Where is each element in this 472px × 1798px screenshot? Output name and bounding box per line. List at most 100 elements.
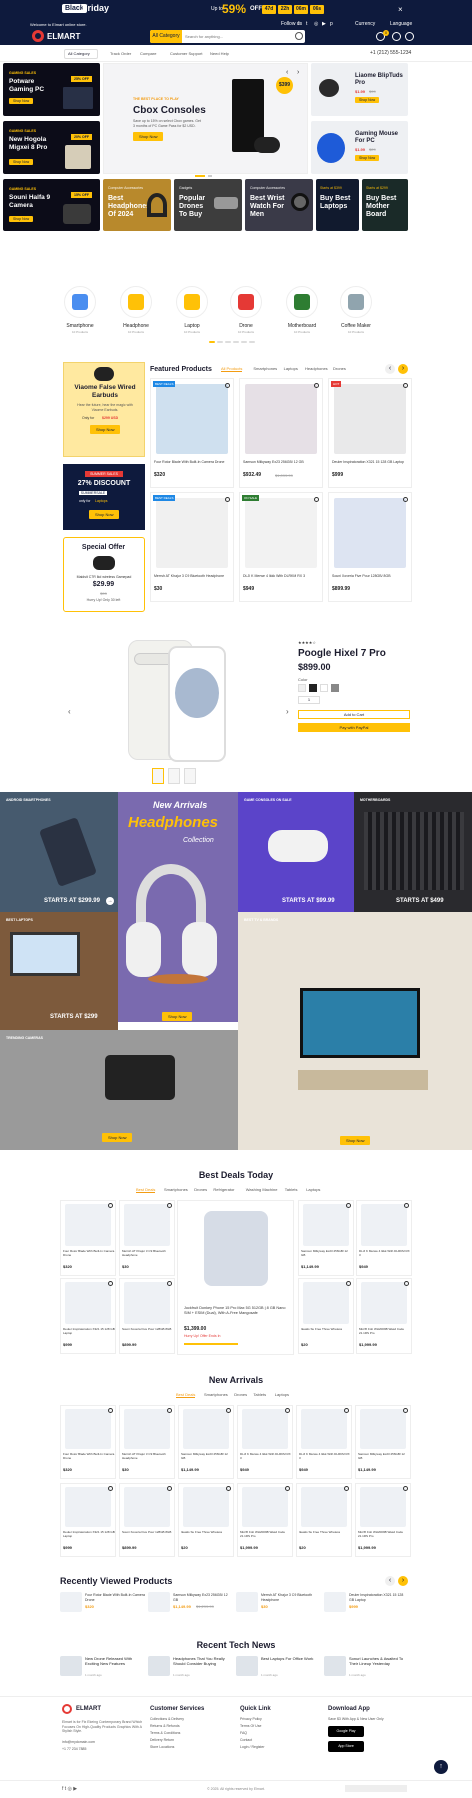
heart-icon[interactable] [167,1408,172,1413]
heart-icon[interactable] [346,1203,351,1208]
heart-icon[interactable] [226,1486,231,1491]
tab-headphones[interactable]: Headphones [305,366,328,371]
twitter-icon[interactable]: t [306,21,307,27]
news-headline[interactable]: Sonuri Launches & Awaited To Their Lineu… [349,1656,409,1666]
footer-link[interactable]: Privacy Policy [240,1717,262,1721]
category-dot[interactable] [249,341,255,343]
earbuds-shop-button[interactable]: Shop Now [90,425,121,434]
promo-shop-button[interactable]: Shop Now [9,159,34,165]
heart-icon[interactable] [285,1408,290,1413]
product-name[interactable]: Micrfft Fob WH2009B Wasd Code 21.1RS Pro [359,1327,411,1336]
product-name[interactable]: Samsun Milkyway Ex23 256GB/ 12 GB [358,1452,410,1461]
facebook-icon[interactable]: f [298,21,299,27]
promo-card-gaming-pc[interactable]: GAMING SALES Potware Gaming PC Shop Now … [3,63,100,116]
category-name[interactable]: Laptop [167,323,217,329]
product-name[interactable]: Deuler Inspiratoration X321 15 128 GB La… [332,460,410,465]
recently-prev-icon[interactable]: ‹ [385,1576,395,1586]
tab-tablets[interactable]: Tablets [285,1187,298,1192]
product-name[interactable]: Samsun Milkyway Ex23 256GB/ 12 GB [173,1593,233,1602]
strip-motherboard[interactable]: Starts at $299 Buy Best Mother Board [362,179,408,231]
app-store-button[interactable]: App Store [328,1741,364,1752]
category-name[interactable]: Smartphone [55,323,105,329]
heart-icon[interactable] [346,1281,351,1286]
product-name[interactable]: Souni Xoveria Five Pour 128GB 8GB [122,1530,174,1535]
logo-text[interactable]: ELMART [47,32,80,41]
heart-icon[interactable] [314,497,319,502]
strip-drones[interactable]: Gadgets Popular Drones To Buy [174,179,242,231]
heart-icon[interactable] [314,383,319,388]
product-name[interactable]: Micrfft Fob WH2009B Wasd Code 21.1RS Pro [358,1530,410,1539]
thumb-1[interactable] [152,768,164,784]
product-name[interactable]: Four Rotor Blade With Built-In Camera Dr… [63,1249,115,1258]
heart-icon[interactable] [285,1486,290,1491]
logo-icon[interactable] [32,30,44,42]
category-dot-active[interactable] [209,341,215,343]
footer-link[interactable]: FAQ [240,1731,247,1735]
tab-tablets[interactable]: Tablets [253,1392,266,1397]
featured-prev-icon[interactable]: ‹ [385,364,395,374]
banner-shop-button[interactable]: Shop Now [102,1133,133,1142]
instagram-icon[interactable]: ◎ [314,21,318,27]
category-name[interactable]: Motherboard [277,323,327,329]
search-input[interactable] [185,32,295,41]
tab-laptops[interactable]: Laptops [306,1187,320,1192]
product-name[interactable]: Merrsh AT Khajur 3 C9 Bluetooth Headphon… [154,574,232,579]
footer-link[interactable]: Contact [240,1738,252,1742]
product-name[interactable]: Ikeatis Su Free Three Wireless [301,1327,353,1332]
heart-icon[interactable] [167,1203,172,1208]
user-icon[interactable] [405,32,414,41]
search-icon[interactable] [295,32,303,40]
product-name[interactable]: Four Rotor Blade With Built-In Camera Dr… [63,1452,115,1461]
footer-email[interactable]: info@mydomain.com [62,1740,95,1744]
featured-next-icon[interactable]: › [398,364,408,374]
product-name[interactable]: Four Rotor Blade With Built-In Camera Dr… [85,1593,145,1602]
search-category-select[interactable]: All Category [150,30,182,43]
scroll-top-icon[interactable]: ↑ [434,1760,448,1774]
strip-watch[interactable]: Computer Accessories Best Wrist Watch Fo… [245,179,313,231]
heart-icon[interactable] [403,383,408,388]
summer-sale-promo[interactable]: SUMMER SALES 27% DISCOUNT SUMMERSALE onl… [63,464,145,530]
paypal-button[interactable]: Pay with PayPal [298,723,410,732]
pixel-next-icon[interactable]: › [286,707,289,716]
all-category-dropdown[interactable]: All Category [64,49,98,59]
product-name[interactable]: Ikeatis Su Free Three Wireless [299,1530,351,1535]
product-name[interactable]: DLJI K Merwe 4 Ikkk With DLRKM RX 3 [243,574,321,579]
thumb-3[interactable] [184,768,196,784]
banner-laptops[interactable]: BEST LAPTOPS STARTS AT $299 [0,912,118,1030]
summer-shop-button[interactable]: Shop Now [89,510,120,519]
heart-icon[interactable] [108,1408,113,1413]
quantity-stepper[interactable]: 1 [298,696,320,704]
color-swatch-grey[interactable] [331,684,339,692]
heart-icon[interactable] [108,1486,113,1491]
product-name[interactable]: Deuler Inspiratoration X321 15 128 GB La… [63,1327,115,1336]
promo-shop-button[interactable]: Shop Now [9,98,34,104]
banner-consoles[interactable]: GAME CONSOLES ON SALE STARTS AT $99.99 [238,792,354,912]
category-name[interactable]: Drone [221,323,271,329]
footer-link[interactable]: Login / Register [240,1745,265,1749]
banner-motherboards[interactable]: MOTHERBOARDS STARTS AT $499 [354,792,472,912]
recently-next-icon[interactable]: › [398,1576,408,1586]
category-dot[interactable] [241,341,247,343]
thumb-2[interactable] [168,768,180,784]
product-name[interactable]: Samsun Milkyway Ex23 256GB/ 12 GB [243,460,321,465]
product-name[interactable]: Merrsh AT Khajur 3 C9 Bluetooth Headphon… [122,1249,174,1258]
product-name[interactable]: Souni Xoveria Five Pour 128GB 8GB [122,1327,174,1332]
footer-link[interactable]: Returns & Refunds [150,1724,180,1728]
hero-dot-active[interactable] [195,175,205,177]
hero-next-icon[interactable]: › [297,69,299,76]
hero-shop-button[interactable]: Shop Now [133,132,164,141]
heart-icon[interactable] [403,497,408,502]
heart-icon[interactable] [403,1486,408,1491]
tab-drones[interactable]: Drones [194,1187,207,1192]
footer-link[interactable]: Terms & Conditions [150,1731,180,1735]
heart-icon[interactable] [225,383,230,388]
footer-logo-text[interactable]: ELMART [76,1706,101,1712]
heart-icon[interactable] [108,1203,113,1208]
pixel-prev-icon[interactable]: ‹ [68,707,71,716]
color-swatch-white[interactable] [298,684,306,692]
category-dot[interactable] [217,341,223,343]
category-dot[interactable] [233,341,239,343]
google-play-button[interactable]: Google Play [328,1726,364,1737]
heart-icon[interactable] [404,1203,409,1208]
heart-icon[interactable] [344,1486,349,1491]
